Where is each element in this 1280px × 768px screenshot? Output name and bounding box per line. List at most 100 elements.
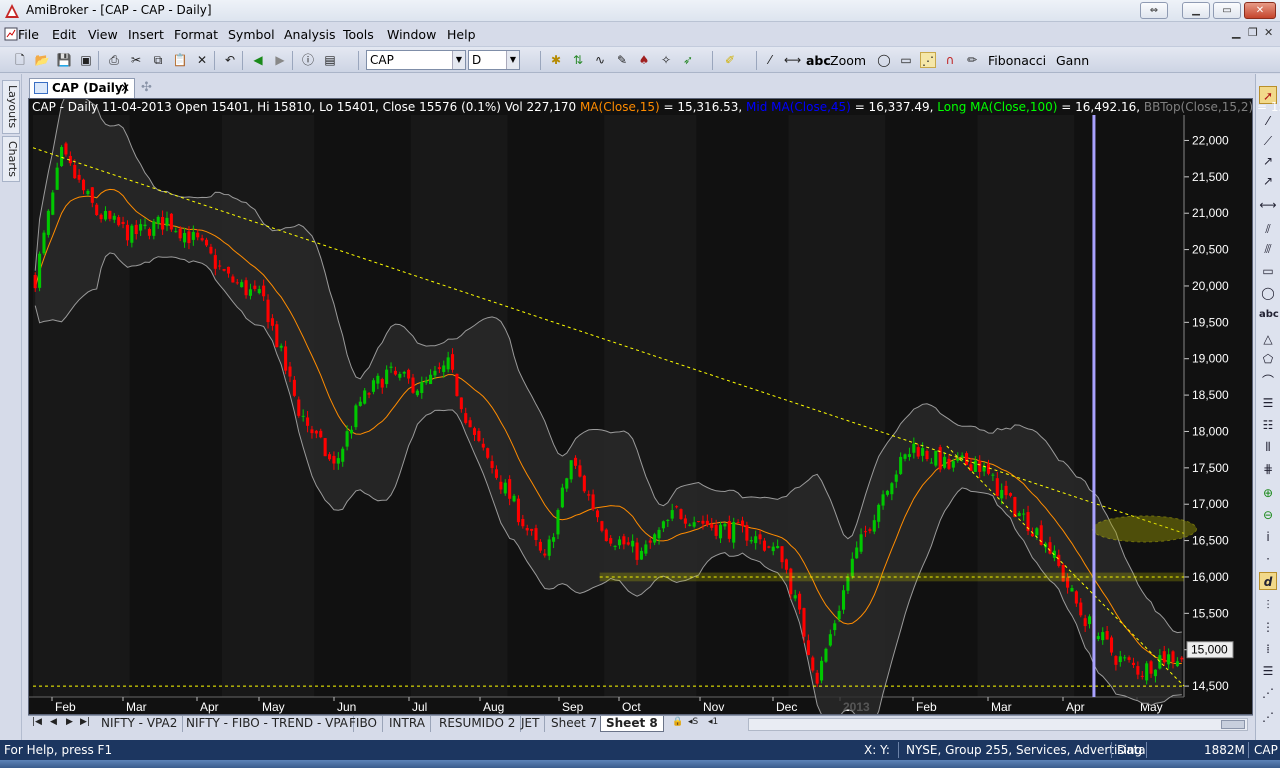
menu-tools[interactable]: Tools: [343, 27, 374, 42]
fib-fan-icon[interactable]: ☷: [1259, 416, 1277, 434]
paste-icon[interactable]: 📋: [172, 52, 188, 68]
first-sheet-icon[interactable]: |◀: [32, 717, 42, 727]
next-sheet-icon[interactable]: ▶: [66, 717, 73, 727]
menu-edit[interactable]: Edit: [52, 27, 76, 42]
menu-symbol[interactable]: Symbol: [228, 27, 275, 42]
sync-icon[interactable]: ◂S: [688, 717, 698, 727]
more-tools-icon[interactable]: ⋰: [1259, 708, 1277, 726]
horizontal-line-tool-icon[interactable]: ⟷: [784, 52, 801, 68]
menu-window[interactable]: Window: [387, 27, 436, 42]
sheet-tab[interactable]: FIBO: [344, 716, 383, 732]
delete-icon[interactable]: ✕: [194, 52, 210, 68]
highlight-pen-icon[interactable]: ✐: [722, 52, 738, 68]
close-tab-icon[interactable]: ✕: [120, 79, 130, 97]
chart-canvas[interactable]: 22,000 21,500 21,000 20,500 20,000 19,500 19,0…: [29, 99, 1252, 714]
copy-icon[interactable]: ⧉: [150, 52, 166, 68]
fib-time-icon[interactable]: ⦀: [1259, 438, 1277, 456]
rectangle-icon[interactable]: ▭: [1259, 262, 1277, 280]
horizontal-line-icon[interactable]: ⟷: [1259, 196, 1277, 214]
menu-format[interactable]: Format: [174, 27, 218, 42]
candlestick-tool-icon[interactable]: ⇅: [570, 52, 586, 68]
symbol-combobox[interactable]: CAP ▼: [366, 50, 466, 70]
info-icon[interactable]: ⓘ: [300, 52, 316, 68]
channel-icon[interactable]: ⫻: [1259, 240, 1277, 258]
new-tab-icon[interactable]: ✣: [141, 80, 152, 95]
fibonacci-menu-button[interactable]: Fibonacci: [988, 53, 1046, 68]
undo-icon[interactable]: ↶: [222, 52, 238, 68]
sheet-tab[interactable]: NIFTY - VPA2: [96, 716, 184, 732]
symbol-info-icon[interactable]: ▤: [322, 52, 338, 68]
arc-icon[interactable]: ⌒: [1259, 372, 1277, 390]
info-marker-icon[interactable]: ⅰ: [1259, 528, 1277, 546]
menu-view[interactable]: View: [88, 27, 118, 42]
document-menu-icon[interactable]: [4, 27, 18, 41]
cut-icon[interactable]: ✂: [128, 52, 144, 68]
dot-icon[interactable]: ⋅: [1259, 550, 1277, 568]
wand-tool-icon[interactable]: ✧: [658, 52, 674, 68]
save-icon[interactable]: 💾: [56, 52, 72, 68]
color-tool-icon[interactable]: ♠: [636, 52, 652, 68]
prev-sheet-icon[interactable]: ◀: [50, 717, 57, 727]
charts-tab[interactable]: Charts: [2, 136, 20, 182]
gann-menu-button[interactable]: Gann: [1056, 53, 1089, 68]
extended-line-icon[interactable]: ↗: [1259, 152, 1277, 170]
zoom-button[interactable]: Zoom: [830, 53, 866, 68]
grid-icon[interactable]: ⋮: [1259, 618, 1277, 636]
text-tool-button[interactable]: abc: [806, 53, 831, 68]
buy-arrow-icon[interactable]: ⊕: [1259, 484, 1277, 502]
restore-app-button[interactable]: ⇔: [1140, 2, 1168, 19]
sheet-tab[interactable]: RESUMIDO 2: [434, 716, 522, 732]
line-tool-icon[interactable]: ⁄: [762, 52, 778, 68]
ellipse-icon[interactable]: ◯: [1259, 284, 1277, 302]
interval-combobox[interactable]: D ▼: [468, 50, 520, 70]
menu-analysis[interactable]: Analysis: [284, 27, 336, 42]
doc-tab-cap[interactable]: CAP (Daily) ✕: [29, 78, 135, 98]
ellipse-tool-icon[interactable]: ◯: [876, 52, 892, 68]
link-icon[interactable]: ◂1: [708, 717, 718, 727]
layouts-tab[interactable]: Layouts: [2, 80, 20, 134]
polygon-icon[interactable]: ⬠: [1259, 350, 1277, 368]
mdi-restore-icon[interactable]: ❐: [1248, 26, 1258, 39]
menu-help[interactable]: Help: [447, 27, 476, 42]
indicator-tool-icon[interactable]: ✱: [548, 52, 564, 68]
mdi-close-icon[interactable]: ✕: [1264, 26, 1273, 39]
last-sheet-icon[interactable]: ▶|: [80, 717, 90, 727]
scroll-thumb[interactable]: [1221, 720, 1245, 729]
forward-icon[interactable]: ▶: [272, 52, 288, 68]
gann-icon[interactable]: ⋕: [1259, 460, 1277, 478]
parallel-lines-icon[interactable]: ⫽: [1259, 220, 1277, 238]
price-chart[interactable]: CAP - Daily 11-04-2013 Open 15401, Hi 15…: [28, 98, 1280, 715]
horizontal-scrollbar[interactable]: [748, 718, 1248, 731]
ray-icon[interactable]: ⟋: [1259, 132, 1277, 150]
sell-arrow-icon[interactable]: ⊖: [1259, 506, 1277, 524]
open-folder-icon[interactable]: 📂: [34, 52, 50, 68]
menu-file[interactable]: File: [18, 27, 39, 42]
new-document-icon[interactable]: 🗋: [12, 52, 28, 68]
back-icon[interactable]: ◀: [250, 52, 266, 68]
hatch-icon[interactable]: ⁞: [1259, 640, 1277, 658]
pattern-tool-icon[interactable]: ✎: [614, 52, 630, 68]
print-icon[interactable]: ⎙: [106, 52, 122, 68]
sheet-tab[interactable]: JET: [516, 716, 546, 732]
mdi-minimize-icon[interactable]: ▁: [1232, 26, 1240, 39]
save-all-icon[interactable]: ▣: [78, 52, 94, 68]
pencil-tool-icon[interactable]: ✏: [964, 52, 980, 68]
maximize-window-button[interactable]: ▭: [1213, 2, 1241, 19]
lock-icon[interactable]: 🔒: [672, 717, 683, 727]
regression-icon[interactable]: ⋰: [1259, 684, 1277, 702]
fib-retracement-icon[interactable]: ☰: [1259, 394, 1277, 412]
menu-insert[interactable]: Insert: [128, 27, 164, 42]
levels-icon[interactable]: ☰: [1259, 662, 1277, 680]
minimize-window-button[interactable]: ▁: [1182, 2, 1210, 19]
cycles-icon[interactable]: ⫶: [1259, 596, 1277, 614]
chevron-down-icon[interactable]: ▼: [452, 51, 465, 69]
trendline-icon[interactable]: ⁄: [1259, 112, 1277, 130]
dotted-line-tool-icon[interactable]: ⋰: [920, 52, 936, 68]
sheet-tab[interactable]: Sheet 7: [546, 716, 604, 732]
rectangle-tool-icon[interactable]: ▭: [898, 52, 914, 68]
oscillator-tool-icon[interactable]: ∿: [592, 52, 608, 68]
sheet-tab[interactable]: INTRA: [384, 716, 431, 732]
close-window-button[interactable]: ✕: [1244, 2, 1276, 19]
chevron-down-icon[interactable]: ▼: [506, 51, 519, 69]
sheet-tab-active[interactable]: Sheet 8: [600, 716, 664, 732]
